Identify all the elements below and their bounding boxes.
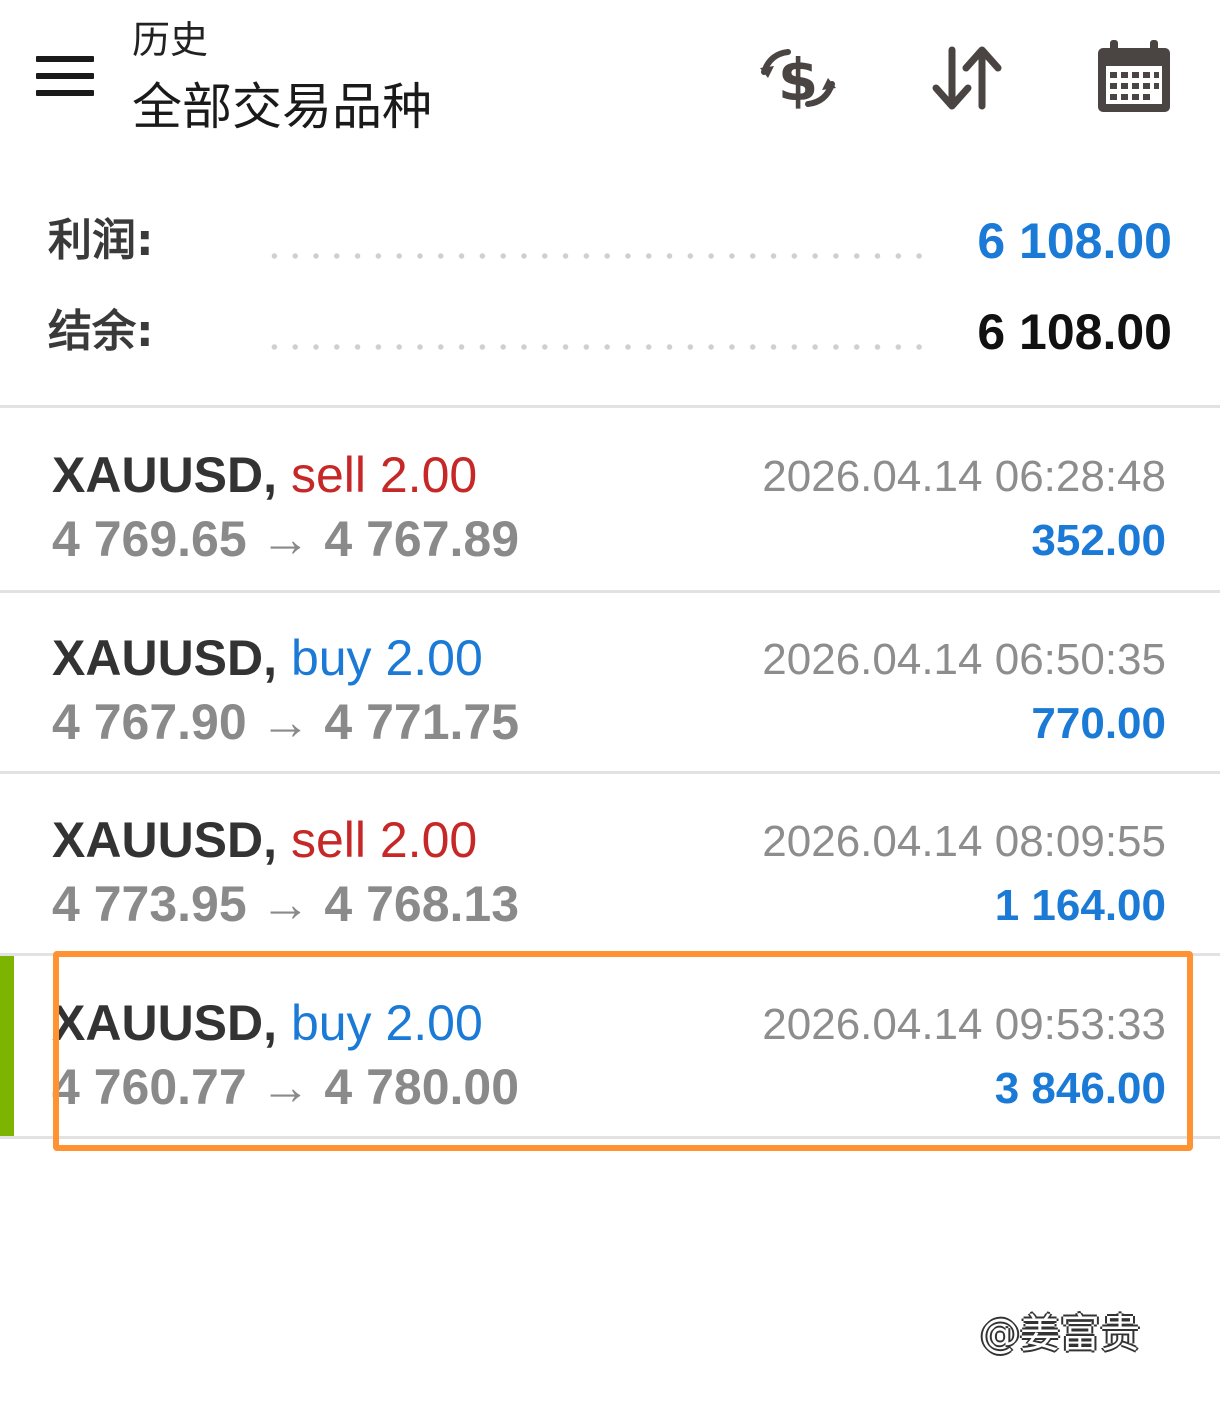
deal-symbol: XAUUSD, (52, 447, 278, 503)
app-header: 历史 全部交易品种 $ (0, 0, 1220, 160)
deal-time: 2026.04.14 06:28:48 (762, 452, 1166, 501)
deal-prices: 4 760.77 → 4 780.00 (52, 1059, 520, 1115)
calendar-icon[interactable] (1094, 38, 1174, 118)
deal-profit: 1 164.00 (994, 881, 1166, 930)
deal-row[interactable]: XAUUSD, sell 2.00 4 769.65 → 4 767.89 20… (0, 408, 1220, 588)
sort-icon[interactable] (926, 38, 1006, 118)
deal-time: 2026.04.14 08:09:55 (762, 817, 1166, 866)
deal-volume: 2.00 (385, 630, 483, 686)
deal-prices: 4 767.90 → 4 771.75 (52, 694, 520, 750)
dotted-leader (264, 343, 928, 351)
balance-value: 6 108.00 (977, 304, 1172, 360)
deal-volume: 2.00 (379, 447, 478, 503)
profit-value: 6 108.00 (977, 213, 1172, 269)
profit-summary-row: 利润: 6 108.00 (0, 206, 1220, 276)
deal-type: sell (290, 447, 366, 503)
profit-label: 利润: (48, 215, 154, 266)
selected-indicator (0, 956, 14, 1136)
deal-row-selected[interactable]: XAUUSD, buy 2.00 4 760.77 → 4 780.00 202… (0, 956, 1220, 1136)
deal-type: buy (290, 630, 372, 686)
deal-profit: 352.00 (1031, 516, 1166, 565)
deal-volume: 2.00 (379, 812, 478, 868)
deal-symbol: XAUUSD, (52, 812, 278, 868)
watermark: @姜富贵 (980, 1311, 1140, 1357)
deal-type: sell (290, 812, 366, 868)
deal-profit: 3 846.00 (994, 1064, 1166, 1113)
deal-profit: 770.00 (1031, 699, 1166, 748)
divider (0, 1136, 1220, 1139)
deal-volume: 2.00 (385, 995, 483, 1051)
balance-label: 结余: (48, 306, 154, 357)
deal-symbol: XAUUSD, (52, 630, 278, 686)
balance-summary-row: 结余: 6 108.00 (0, 297, 1220, 367)
header-title[interactable]: 全部交易品种 (132, 76, 432, 138)
deal-prices: 4 769.65 → 4 767.89 (52, 511, 520, 567)
deal-time: 2026.04.14 09:53:33 (762, 1000, 1166, 1049)
menu-icon[interactable] (36, 56, 94, 98)
header-subtitle: 历史 (132, 18, 209, 62)
currency-exchange-icon[interactable]: $ (758, 38, 838, 118)
deal-row[interactable]: XAUUSD, sell 2.00 4 773.95 → 4 768.13 20… (0, 773, 1220, 953)
deal-time: 2026.04.14 06:50:35 (762, 635, 1166, 684)
dotted-leader (264, 252, 928, 260)
deal-row[interactable]: XAUUSD, buy 2.00 4 767.90 → 4 771.75 202… (0, 591, 1220, 771)
deal-symbol: XAUUSD, (52, 995, 278, 1051)
deal-prices: 4 773.95 → 4 768.13 (52, 876, 520, 932)
deal-type: buy (290, 995, 372, 1051)
